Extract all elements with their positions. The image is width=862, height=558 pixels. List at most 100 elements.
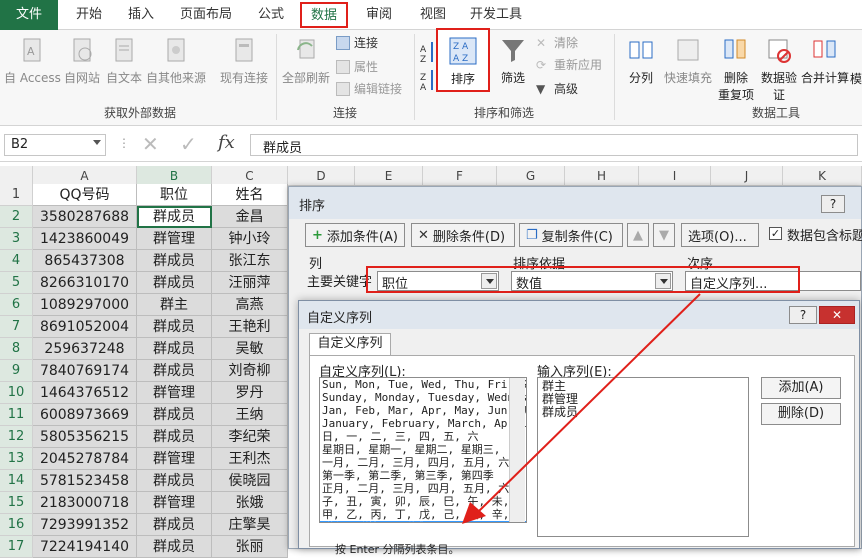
table-cell[interactable]: 罗丹 — [212, 382, 288, 404]
text-to-columns-button[interactable]: 分列 — [622, 36, 660, 86]
table-cell[interactable]: 张娥 — [212, 492, 288, 514]
column-header-D[interactable]: D — [288, 166, 355, 186]
table-cell[interactable]: 群成员 — [137, 536, 212, 558]
custom-list-item[interactable]: Sunday, Monday, Tuesday, Wednes — [320, 391, 526, 404]
table-cell[interactable]: 7293991352 — [33, 514, 137, 536]
add-condition-button[interactable]: + 添加条件(A) — [305, 223, 405, 247]
from-access-button[interactable]: A 自 Access — [4, 36, 61, 86]
tab-6[interactable]: 审阅 — [356, 0, 402, 30]
from-other-sources-button[interactable]: 自其他来源 — [144, 36, 208, 86]
cancel-icon[interactable]: ✕ — [142, 132, 159, 156]
table-cell[interactable]: 群管理 — [137, 228, 212, 250]
row-header[interactable]: 7 — [0, 316, 33, 338]
formula-input[interactable]: 群成员 — [250, 134, 858, 156]
table-cell[interactable]: 汪丽萍 — [212, 272, 288, 294]
column-header-H[interactable]: H — [565, 166, 639, 186]
reapply-button[interactable]: ⟳ 重新应用 — [536, 56, 602, 73]
custom-list-item[interactable]: 群主, 群管理, 群成员 — [320, 521, 526, 522]
table-cell[interactable]: 5781523458 — [33, 470, 137, 492]
custom-list-item[interactable]: January, February, March, April, — [320, 417, 526, 430]
table-cell[interactable]: 群管理 — [137, 382, 212, 404]
table-cell[interactable]: 王艳利 — [212, 316, 288, 338]
table-cell[interactable]: 群成员 — [137, 404, 212, 426]
from-text-button[interactable]: 自文本 — [102, 36, 146, 86]
row-header[interactable]: 1 — [0, 184, 33, 206]
table-cell[interactable]: 庄擎昊 — [212, 514, 288, 536]
row-header[interactable]: 6 — [0, 294, 33, 316]
table-cell[interactable]: 侯晓园 — [212, 470, 288, 492]
custom-list-item[interactable]: 星期日, 星期一, 星期二, 星期三, — [320, 443, 526, 456]
table-header-cell[interactable]: 职位 — [137, 184, 212, 206]
tab-0[interactable]: 文件 — [0, 0, 58, 30]
column-header-A[interactable]: A — [33, 166, 137, 186]
table-cell[interactable]: 群成员 — [137, 514, 212, 536]
table-cell[interactable]: 群成员 — [137, 206, 212, 228]
consolidate-button[interactable]: 合并计算 — [800, 36, 850, 86]
edit-links-button[interactable]: 编辑链接 — [336, 80, 402, 97]
delete-list-button[interactable]: 删除(D) — [761, 403, 841, 425]
table-cell[interactable]: 259637248 — [33, 338, 137, 360]
list-scrollbar[interactable] — [509, 378, 525, 522]
row-header[interactable]: 14 — [0, 470, 33, 492]
table-cell[interactable]: 张丽 — [212, 536, 288, 558]
select-all-corner[interactable] — [0, 166, 33, 186]
tab-2[interactable]: 插入 — [118, 0, 164, 30]
table-cell[interactable]: 群管理 — [137, 492, 212, 514]
table-cell[interactable]: 6008973669 — [33, 404, 137, 426]
table-cell[interactable]: 2183000718 — [33, 492, 137, 514]
custom-lists-listbox[interactable]: Sun, Mon, Tue, Wed, Thu, Fri, S Sunday, M… — [319, 377, 527, 523]
custom-list-item[interactable]: Jan, Feb, Mar, Apr, May, Jun, J — [320, 404, 526, 417]
copy-condition-button[interactable]: ❐ 复制条件(C) — [519, 223, 623, 247]
row-header[interactable]: 10 — [0, 382, 33, 404]
chevron-down-icon[interactable] — [93, 140, 101, 145]
close-icon[interactable]: ✕ — [819, 306, 855, 324]
row-header[interactable]: 5 — [0, 272, 33, 294]
has-headers-checkbox[interactable]: ✓ — [769, 227, 782, 240]
row-header[interactable]: 17 — [0, 536, 33, 558]
tab-7[interactable]: 视图 — [410, 0, 456, 30]
table-cell[interactable]: 高燕 — [212, 294, 288, 316]
table-cell[interactable]: 2045278784 — [33, 448, 137, 470]
row-header[interactable]: 8 — [0, 338, 33, 360]
list-entries-textarea[interactable]: 群主 群管理 群成员 — [537, 377, 749, 537]
table-cell[interactable]: 张江东 — [212, 250, 288, 272]
table-header-cell[interactable]: QQ号码 — [33, 184, 137, 206]
custom-list-item[interactable]: 子, 丑, 寅, 卯, 辰, 巳, 午, 未, — [320, 495, 526, 508]
insert-function-icon[interactable]: fx — [218, 132, 235, 153]
tab-custom-lists[interactable]: 自定义序列 — [309, 333, 391, 355]
custom-list-item[interactable]: 第一季, 第二季, 第三季, 第四季 — [320, 469, 526, 482]
table-cell[interactable]: 群成员 — [137, 338, 212, 360]
move-down-button[interactable]: ▼ — [653, 223, 675, 247]
row-header[interactable]: 2 — [0, 206, 33, 228]
table-cell[interactable]: 金昌 — [212, 206, 288, 228]
column-header-I[interactable]: I — [639, 166, 711, 186]
flash-fill-button[interactable]: 快速填充 — [660, 36, 716, 86]
row-header[interactable]: 9 — [0, 360, 33, 382]
column-header-C[interactable]: C — [212, 166, 288, 186]
table-cell[interactable]: 王利杰 — [212, 448, 288, 470]
tab-4[interactable]: 公式 — [248, 0, 294, 30]
enter-check-icon[interactable]: ✓ — [180, 132, 197, 156]
custom-list-item[interactable]: Sun, Mon, Tue, Wed, Thu, Fri, S — [320, 378, 526, 391]
table-cell[interactable]: 刘奇柳 — [212, 360, 288, 382]
help-icon[interactable]: ? — [821, 195, 845, 213]
delete-condition-button[interactable]: ✕ 删除条件(D) — [411, 223, 515, 247]
tab-5[interactable]: 数据 — [300, 2, 348, 28]
table-cell[interactable]: 1089297000 — [33, 294, 137, 316]
column-header-F[interactable]: F — [423, 166, 497, 186]
table-cell[interactable]: 群成员 — [137, 316, 212, 338]
custom-list-item[interactable]: 日, 一, 二, 三, 四, 五, 六 — [320, 430, 526, 443]
row-header[interactable]: 11 — [0, 404, 33, 426]
data-validation-button[interactable]: 数据验证 — [758, 36, 800, 103]
table-cell[interactable]: 1423860049 — [33, 228, 137, 250]
column-header-B[interactable]: B — [137, 166, 212, 186]
row-header[interactable]: 3 — [0, 228, 33, 250]
connections-button[interactable]: 连接 — [336, 34, 378, 51]
add-list-button[interactable]: 添加(A) — [761, 377, 841, 399]
move-up-button[interactable]: ▲ — [627, 223, 649, 247]
table-cell[interactable]: 5805356215 — [33, 426, 137, 448]
refresh-all-button[interactable]: 全部刷新 — [280, 36, 332, 86]
table-cell[interactable]: 群管理 — [137, 448, 212, 470]
table-cell[interactable]: 群成员 — [137, 470, 212, 492]
column-header-J[interactable]: J — [711, 166, 783, 186]
